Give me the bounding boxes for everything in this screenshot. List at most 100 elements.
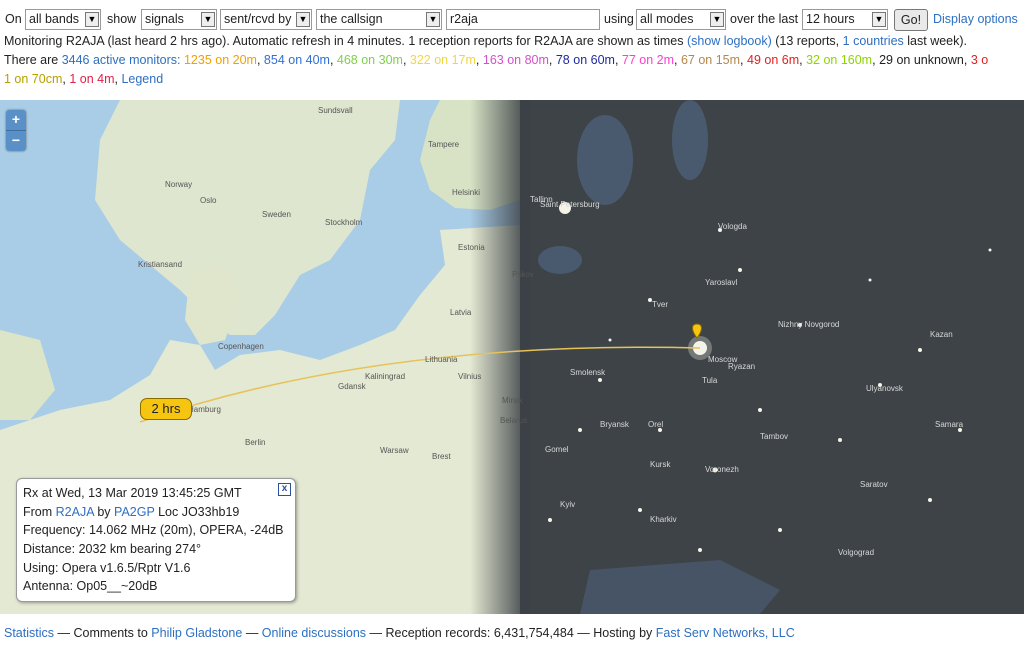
callsign-input[interactable]: r2aja bbox=[446, 9, 600, 30]
band-count[interactable]: 3 o bbox=[971, 53, 988, 67]
over-label: over the last bbox=[730, 12, 799, 26]
place-label: Vilnius bbox=[458, 372, 482, 381]
band-count[interactable]: 163 on 80m bbox=[483, 53, 549, 67]
popup-from-line: From R2AJA by PA2GP Loc JO33hb19 bbox=[23, 505, 239, 519]
footer: Statistics — Comments to Philip Gladston… bbox=[4, 626, 795, 640]
band-count[interactable]: 854 on 40m bbox=[264, 53, 330, 67]
place-label: Gomel bbox=[545, 445, 569, 454]
band-count[interactable]: 1 on 70cm bbox=[4, 72, 62, 86]
show-select[interactable]: signals ▼ bbox=[141, 9, 217, 30]
display-options-link[interactable]: Display options bbox=[933, 12, 1018, 26]
place-label: Volgograd bbox=[838, 548, 875, 557]
direction-select[interactable]: sent/rcvd by ▼ bbox=[220, 9, 312, 30]
status-line: Monitoring R2AJA (last heard 2 hrs ago).… bbox=[4, 34, 967, 48]
show-label: show bbox=[107, 12, 137, 26]
chevron-down-icon: ▼ bbox=[201, 12, 215, 27]
place-label: Kyiv bbox=[560, 500, 576, 509]
place-label: Tula bbox=[702, 376, 718, 385]
receiver-time-marker[interactable]: 2 hrs bbox=[140, 398, 192, 420]
host-link[interactable]: Fast Serv Networks, LLC bbox=[656, 626, 795, 640]
band-separator: , bbox=[475, 53, 483, 67]
popup-frequency: Frequency: 14.062 MHz (20m), OPERA, -24d… bbox=[23, 523, 284, 537]
chevron-down-icon: ▼ bbox=[710, 12, 724, 27]
band-count[interactable]: 1235 on 20m bbox=[184, 53, 257, 67]
band-separator: , bbox=[674, 53, 681, 67]
close-icon[interactable]: x bbox=[278, 483, 291, 496]
place-label: Kristiansand bbox=[138, 260, 183, 269]
popup-distance: Distance: 2032 km bearing 274° bbox=[23, 542, 202, 556]
popup-loc: Loc JO33hb19 bbox=[158, 505, 240, 519]
place-label: Warsaw bbox=[380, 446, 409, 455]
band-count[interactable]: 78 on 60m bbox=[556, 53, 615, 67]
band-count[interactable]: 32 on 160m bbox=[806, 53, 872, 67]
go-button[interactable]: Go! bbox=[894, 9, 928, 31]
popup-rx-time: Rx at Wed, 13 Mar 2019 13:45:25 GMT bbox=[23, 486, 242, 500]
place-label: Saratov bbox=[860, 480, 888, 489]
place-label: Copenhagen bbox=[218, 342, 264, 351]
statistics-link[interactable]: Statistics bbox=[4, 626, 54, 640]
chevron-down-icon: ▼ bbox=[296, 12, 310, 27]
active-monitors-link[interactable]: 3446 active monitors: bbox=[62, 53, 181, 67]
place-label: Vologda bbox=[718, 222, 747, 231]
query-bar: On all bands ▼ show signals ▼ sent/rcvd … bbox=[0, 6, 1024, 32]
band-select[interactable]: all bands ▼ bbox=[25, 9, 101, 30]
band-separator: , bbox=[256, 53, 264, 67]
show-logbook-link[interactable]: (show logbook) bbox=[687, 34, 772, 48]
place-label: Hamburg bbox=[188, 405, 221, 414]
popup-from-label: From bbox=[23, 505, 53, 519]
target-select[interactable]: the callsign ▼ bbox=[316, 9, 442, 30]
place-label: Sundsvall bbox=[318, 106, 353, 115]
monitors-line: There are 3446 active monitors: 1235 on … bbox=[4, 53, 988, 67]
period-select[interactable]: 12 hours ▼ bbox=[802, 9, 888, 30]
band-count[interactable]: 49 on 6m bbox=[747, 53, 799, 67]
place-label: Sweden bbox=[262, 210, 291, 219]
place-label: Kursk bbox=[650, 460, 671, 469]
band-count[interactable]: 29 on unknown bbox=[879, 53, 964, 67]
place-label: Saint Petersburg bbox=[540, 200, 600, 209]
place-label: Ryazan bbox=[728, 362, 756, 371]
countries-link[interactable]: 1 countries bbox=[843, 34, 904, 48]
band-counts: 1235 on 20m, 854 on 40m, 468 on 30m, 322… bbox=[184, 53, 988, 67]
zoom-controls: + − bbox=[6, 110, 26, 151]
mode-select-value: all modes bbox=[640, 12, 694, 26]
on-label: On bbox=[5, 12, 22, 26]
legend-link[interactable]: Legend bbox=[121, 72, 163, 86]
place-label: Ulyanovsk bbox=[866, 384, 903, 393]
place-label: Smolensk bbox=[570, 368, 606, 377]
popup-using: Using: Opera v1.6.5/Rptr V1.6 bbox=[23, 561, 191, 575]
monitors-line-2: 1 on 70cm, 1 on 4m, Legend bbox=[4, 72, 163, 86]
band-count[interactable]: 77 on 2m bbox=[622, 53, 674, 67]
reports-text: (13 reports, bbox=[775, 34, 840, 48]
place-label: Kazan bbox=[930, 330, 953, 339]
mode-select[interactable]: all modes ▼ bbox=[636, 9, 726, 30]
place-label: Oslo bbox=[200, 196, 217, 205]
online-discussions-link[interactable]: Online discussions bbox=[262, 626, 366, 640]
band-count[interactable]: 67 on 15m bbox=[681, 53, 740, 67]
monitoring-text: Monitoring R2AJA (last heard 2 hrs ago).… bbox=[4, 34, 684, 48]
zoom-in-button[interactable]: + bbox=[6, 110, 26, 131]
band-count[interactable]: 468 on 30m bbox=[337, 53, 403, 67]
place-label: Norway bbox=[165, 180, 193, 189]
chevron-down-icon: ▼ bbox=[85, 12, 99, 27]
place-label: Gdansk bbox=[338, 382, 366, 391]
place-label: Voronezh bbox=[705, 465, 739, 474]
place-label: Brest bbox=[432, 452, 451, 461]
land-uk bbox=[0, 330, 55, 420]
band-count[interactable]: 322 on 17m bbox=[410, 53, 476, 67]
popup-by-call-link[interactable]: PA2GP bbox=[114, 505, 155, 519]
popup-from-call-link[interactable]: R2AJA bbox=[56, 505, 94, 519]
place-label: Orel bbox=[648, 420, 664, 429]
author-link[interactable]: Philip Gladstone bbox=[151, 626, 242, 640]
comments-text: — Comments to bbox=[57, 626, 148, 640]
band-separator: , bbox=[740, 53, 747, 67]
band-separator: , bbox=[614, 53, 622, 67]
place-label: Samara bbox=[935, 420, 964, 429]
band-count[interactable]: 1 on 4m bbox=[69, 72, 114, 86]
reception-popup: x Rx at Wed, 13 Mar 2019 13:45:25 GMT Fr… bbox=[16, 478, 296, 602]
place-label: Yaroslavl bbox=[705, 278, 738, 287]
zoom-out-button[interactable]: − bbox=[6, 131, 26, 151]
place-label: Berlin bbox=[245, 438, 266, 447]
records-text: — Reception records: 6,431,754,484 — Hos… bbox=[369, 626, 653, 640]
place-label: Belarus bbox=[500, 416, 528, 425]
place-label: Kharkiv bbox=[650, 515, 677, 524]
